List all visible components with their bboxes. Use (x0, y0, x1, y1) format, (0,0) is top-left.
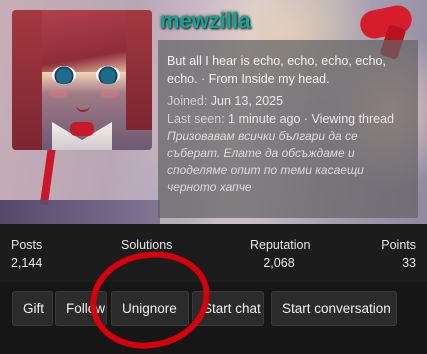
about-text: But all I hear is echo, echo, echo, echo… (167, 54, 386, 86)
profile-banner: mewzilla But all I hear is echo, echo, e… (0, 0, 427, 224)
profile-info-box: But all I hear is echo, echo, echo, echo… (158, 40, 418, 218)
banner-art-tie (39, 144, 57, 206)
start-conversation-button[interactable]: Start conversation (271, 291, 397, 326)
stat-solutions-label: Solutions (121, 238, 173, 252)
profile-stats: Posts 2,144 Solutions Reputation 2,068 P… (0, 224, 427, 282)
follow-button[interactable]: Follow (55, 291, 107, 326)
avatar-hair-right (126, 10, 152, 130)
joined-line: Joined: Jun 13, 2025 (167, 92, 409, 110)
stat-reputation-value: 2,068 (263, 256, 295, 270)
avatar-eye-left (52, 66, 76, 84)
signature-text: Призовавам всички българи да се съберат.… (167, 129, 364, 194)
avatar[interactable] (12, 10, 152, 150)
stat-points-label: Points (381, 238, 416, 252)
avatar-blush-right (100, 90, 120, 98)
gift-button[interactable]: Gift (12, 291, 53, 326)
stat-reputation-label: Reputation (250, 238, 311, 252)
last-seen-line: Last seen: 1 minute ago · Viewing thread (167, 110, 409, 128)
last-seen-value[interactable]: 1 minute ago · Viewing thread (228, 112, 394, 126)
stat-points[interactable]: Points 33 (381, 236, 416, 272)
stat-reputation[interactable]: Reputation 2,068 (250, 236, 311, 272)
stat-solutions[interactable]: Solutions (121, 236, 172, 254)
last-seen-label: Last seen: (167, 112, 225, 126)
unignore-button[interactable]: Unignore (111, 291, 189, 326)
avatar-hair-left (12, 10, 42, 150)
avatar-mouth (76, 104, 90, 112)
stat-posts-label: Posts (11, 238, 43, 252)
stat-posts[interactable]: Posts 2,144 (11, 236, 42, 272)
stat-points-value: 33 (402, 256, 416, 270)
stat-posts-value: 2,144 (11, 256, 43, 270)
avatar-eye-right (96, 66, 120, 84)
banner-art-sleeve (0, 200, 160, 224)
avatar-blush-left (48, 90, 68, 98)
joined-value[interactable]: Jun 13, 2025 (211, 94, 283, 108)
username[interactable]: mewzilla (160, 8, 250, 34)
avatar-bow (70, 122, 94, 136)
member-actions: Gift Follow Unignore Start chat Start co… (0, 282, 427, 349)
joined-label: Joined: (167, 94, 208, 108)
start-chat-button[interactable]: Start chat (192, 291, 264, 326)
